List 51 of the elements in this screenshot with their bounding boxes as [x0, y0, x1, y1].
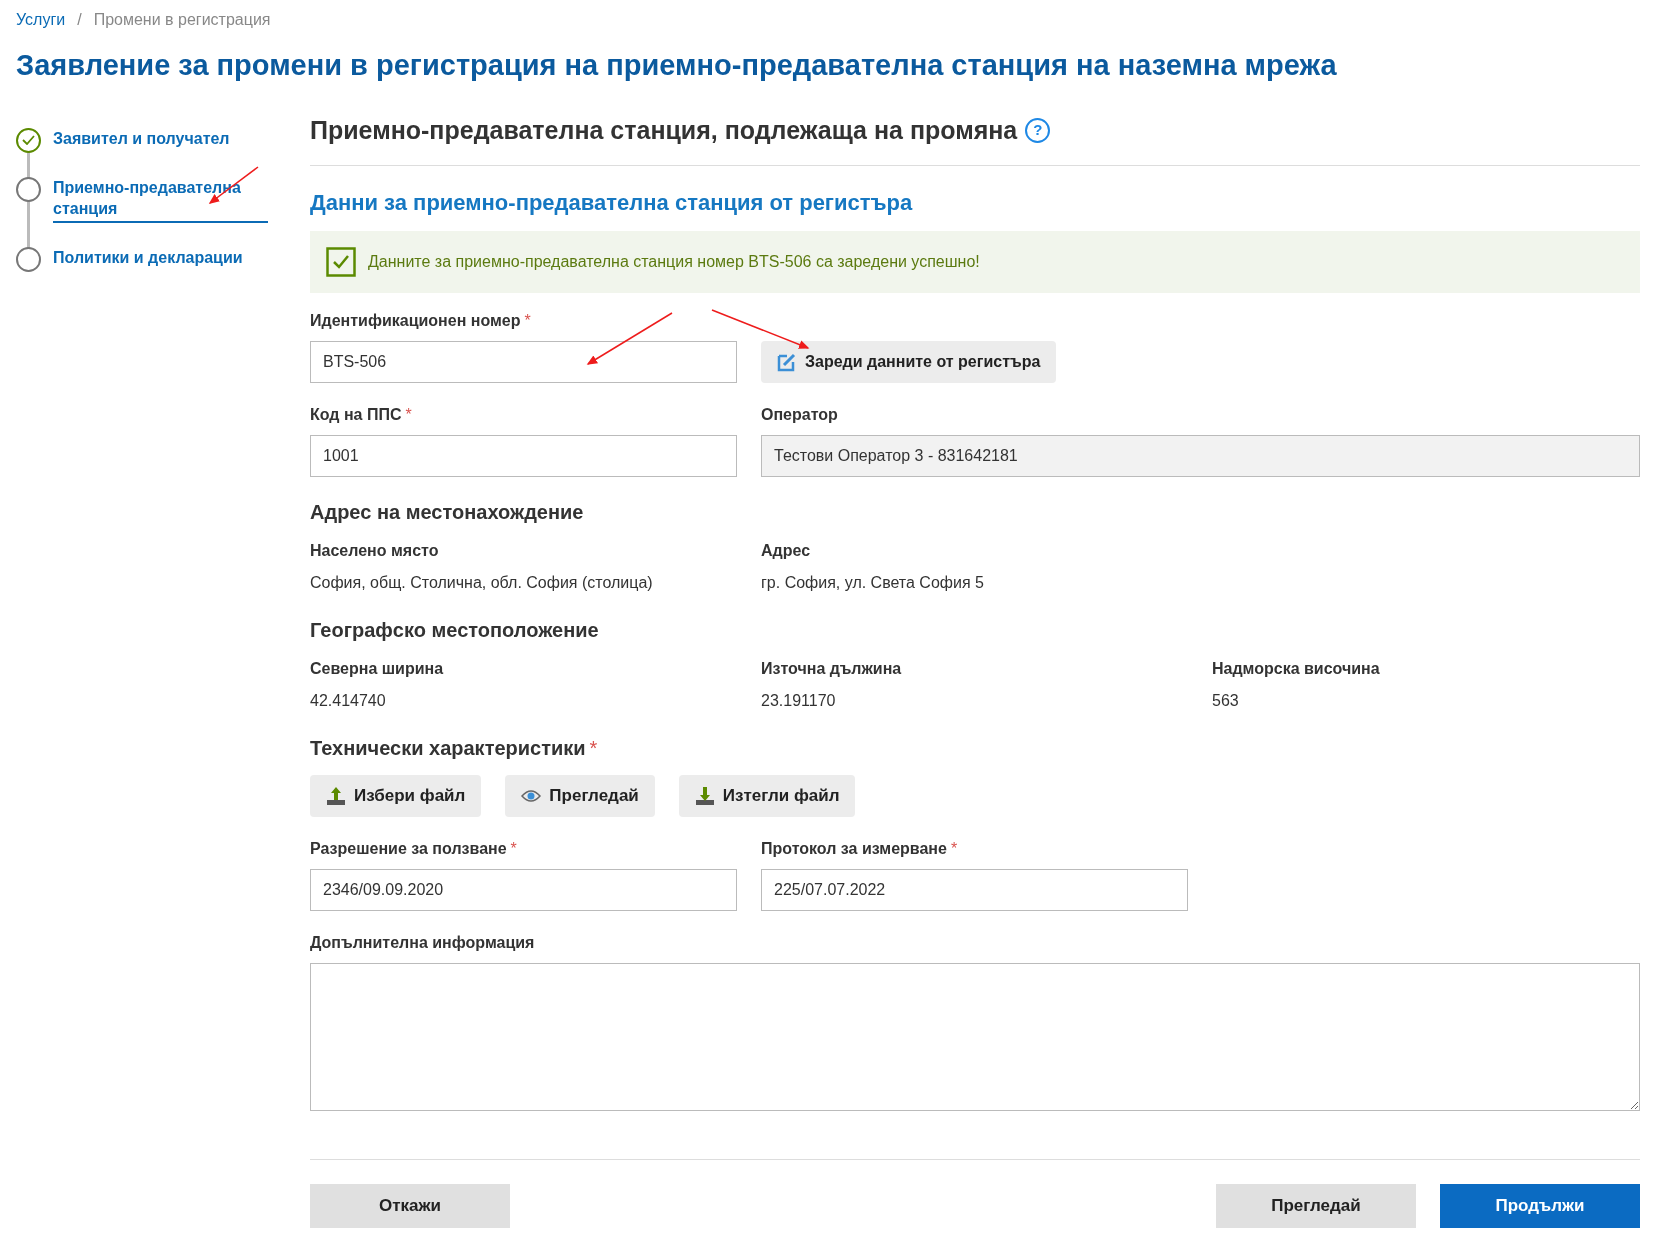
file-button[interactable]: Избери файл	[310, 775, 482, 817]
required-mark: *	[950, 839, 958, 859]
eye-icon	[521, 789, 542, 803]
preview-button[interactable]: Прегледай	[1216, 1184, 1416, 1228]
field-label: Допълнителна информация	[310, 933, 535, 953]
input-field[interactable]: 1001	[310, 435, 737, 477]
input-field[interactable]: BTS-506	[310, 341, 737, 383]
group-title: Географско местоположение	[310, 618, 600, 643]
required-mark: *	[589, 736, 598, 761]
field-label: Оператор	[761, 405, 838, 425]
file-button[interactable]: Прегледай	[505, 775, 655, 817]
field-label: Протокол за измерване	[761, 839, 947, 859]
input-field[interactable]: 2346/09.09.2020	[310, 869, 737, 911]
info-label: Населено място	[310, 541, 440, 561]
step-link[interactable]: Политики и декларации	[53, 246, 268, 268]
info-label: Северна ширина	[310, 659, 445, 679]
breadcrumb-text: /	[77, 10, 82, 30]
download-icon	[694, 786, 715, 806]
info-label: Надморска височина	[1212, 659, 1381, 679]
group-title: Технически характеристики	[310, 736, 586, 761]
load-from-register-button[interactable]: Зареди данните от регистъра	[761, 341, 1057, 383]
field-label: Разрешение за ползване	[310, 839, 507, 859]
edit-icon	[777, 352, 797, 372]
info-value: гр. София, ул. Света София 5	[761, 573, 985, 593]
info-label: Източна дължина	[761, 659, 903, 679]
breadcrumb-link[interactable]: Услуги	[16, 8, 66, 32]
page-title: Заявление за промени в регистрация на приемно-предавателна станция на наземна мрежа	[15, 48, 1338, 83]
file-button[interactable]: Изтегли файл	[678, 775, 856, 817]
subsection-title: Данни за приемно-предавателна станция от регистъра	[310, 189, 914, 217]
alert-text: Данните за приемно-предавателна станция номер BTS-506 са заредени успешно!	[368, 252, 980, 272]
info-value: 42.414740	[310, 691, 387, 711]
required-mark: *	[405, 405, 412, 425]
continue-button[interactable]: Продължи	[1440, 1184, 1640, 1228]
group-title: Адрес на местонахождение	[310, 500, 585, 525]
step-link[interactable]: Заявител и получател	[53, 127, 268, 149]
help-icon[interactable]: ?	[1025, 117, 1051, 143]
info-value: 23.191170	[761, 691, 837, 711]
info-value: 563	[1212, 691, 1240, 711]
cancel-button[interactable]: Откажи	[310, 1184, 510, 1228]
section-title: Приемно-предавателна станция, подлежаща на промяна	[310, 114, 1018, 146]
textarea-field[interactable]	[310, 963, 1640, 1111]
input-field[interactable]: 225/07.07.2022	[761, 869, 1188, 911]
info-label: Адрес	[761, 541, 812, 561]
required-mark: *	[524, 311, 531, 331]
info-value: София, общ. Столична, обл. София (столица)	[310, 573, 654, 593]
upload-icon	[326, 786, 346, 806]
checkbox-icon	[326, 247, 356, 277]
field-label: Код на ППС	[310, 405, 402, 425]
required-mark: *	[510, 839, 517, 859]
breadcrumb-text: Промени в регистрация	[93, 10, 271, 30]
field-label: Идентификационен номер	[310, 311, 521, 331]
